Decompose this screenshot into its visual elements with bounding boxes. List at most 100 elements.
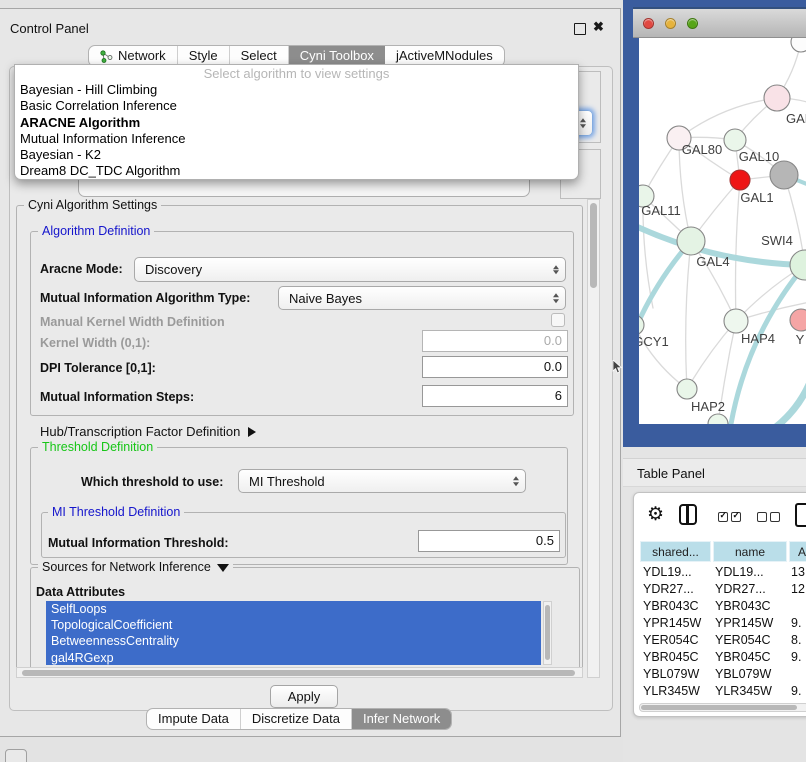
algorithm-option[interactable]: ARACNE Algorithm: [15, 115, 578, 131]
network-node-gal[interactable]: [764, 85, 790, 111]
table-cell[interactable]: YBR043C: [715, 598, 771, 615]
column-layout-icon[interactable]: [679, 504, 697, 525]
traffic-light-close[interactable]: [643, 18, 654, 29]
table-row[interactable]: YDL19... YDL19... 13: [634, 564, 806, 581]
table-cell[interactable]: YBR043C: [643, 598, 699, 615]
table-row[interactable]: YPR145W YPR145W 9.: [634, 615, 806, 632]
scrollbar-thumb[interactable]: [641, 705, 797, 710]
scrollbar-thumb[interactable]: [545, 605, 550, 660]
table-cell[interactable]: YER054C: [715, 632, 771, 649]
network-view-canvas[interactable]: GALGAL80GAL10GAL1GAL11GAL4SWI4GCY1HAP4YH…: [639, 38, 806, 424]
table-row[interactable]: YDR27... YDR27... 12: [634, 581, 806, 598]
vertical-scrollbar[interactable]: [587, 199, 600, 678]
table-cell[interactable]: 9.: [791, 615, 801, 632]
table-horizontal-scrollbar[interactable]: [639, 703, 806, 712]
tab-cyni-toolbox[interactable]: Cyni Toolbox: [289, 46, 385, 66]
table-cell[interactable]: YDL19...: [643, 564, 692, 581]
attribute-list-item[interactable]: BetweennessCentrality: [46, 633, 541, 649]
network-node-gal10[interactable]: [724, 129, 746, 151]
table-cell[interactable]: YLR345W: [643, 683, 700, 700]
algorithm-option[interactable]: Dream8 DC_TDC Algorithm: [15, 163, 578, 179]
table-cell[interactable]: 8.: [791, 632, 801, 649]
network-node-hap4[interactable]: [724, 309, 748, 333]
table-cell[interactable]: YDR27...: [715, 581, 766, 598]
table-row[interactable]: YLR345W YLR345W 9.: [634, 683, 806, 700]
network-window-titlebar[interactable]: [633, 7, 806, 38]
network-node[interactable]: [770, 161, 798, 189]
tab-infer-network[interactable]: Infer Network: [352, 709, 451, 729]
kernel-width-field[interactable]: 0.0: [422, 330, 568, 352]
table-cell[interactable]: YLR345W: [715, 683, 772, 700]
network-node[interactable]: [708, 414, 728, 424]
table-cell[interactable]: YIL052C: [715, 700, 764, 702]
network-edge[interactable]: [763, 380, 806, 424]
algorithm-option[interactable]: Bayesian - Hill Climbing: [15, 82, 578, 98]
which-threshold-combo[interactable]: MI Threshold: [238, 469, 526, 493]
table-row[interactable]: YIL052C YIL052C 9: [634, 700, 806, 702]
column-header-shared-name[interactable]: shared...: [640, 541, 711, 562]
horizontal-scrollbar[interactable]: [16, 667, 583, 678]
tab-jactivemnodules[interactable]: jActiveMNodules: [385, 46, 504, 66]
attribute-list-item[interactable]: gal4RGexp: [46, 650, 541, 665]
network-node-gal1[interactable]: [730, 170, 750, 190]
table-cell[interactable]: YBR045C: [715, 649, 771, 666]
mi-algorithm-type-combo[interactable]: Naive Bayes: [278, 286, 566, 310]
network-node-gcy1[interactable]: [639, 315, 644, 335]
network-node-y[interactable]: [790, 309, 806, 331]
traffic-light-zoom[interactable]: [687, 18, 698, 29]
dpi-tolerance-field[interactable]: 0.0: [422, 356, 568, 378]
float-window-icon[interactable]: [574, 23, 586, 35]
network-edge[interactable]: [686, 241, 691, 389]
table-cell[interactable]: 12: [791, 581, 805, 598]
aracne-mode-combo[interactable]: Discovery: [134, 257, 566, 282]
table-cell[interactable]: 13: [791, 564, 805, 581]
tab-discretize-data[interactable]: Discretize Data: [241, 709, 352, 729]
table-cell[interactable]: YBL079W: [715, 666, 771, 683]
table-row[interactable]: YBL079W YBL079W: [634, 666, 806, 683]
list-scrollbar[interactable]: [543, 601, 552, 665]
manual-kernel-width-checkbox[interactable]: [551, 313, 565, 327]
table-cell[interactable]: YDR27...: [643, 581, 694, 598]
table-cell[interactable]: YDL19...: [715, 564, 764, 581]
document-icon[interactable]: [795, 503, 806, 527]
table-cell[interactable]: 9.: [791, 649, 801, 666]
table-row[interactable]: YBR043C YBR043C: [634, 598, 806, 615]
table-cell[interactable]: 9.: [791, 683, 801, 700]
gear-icon[interactable]: ⚙: [647, 505, 664, 524]
sources-toggle[interactable]: Sources for Network Inference: [38, 560, 233, 574]
tab-impute-data[interactable]: Impute Data: [147, 709, 241, 729]
table-cell[interactable]: YBR045C: [643, 649, 699, 666]
tab-network[interactable]: Network: [89, 46, 178, 66]
network-edge[interactable]: [736, 180, 740, 321]
algorithm-option[interactable]: Bayesian - K2: [15, 147, 578, 163]
table-row[interactable]: YBR045C YBR045C 9.: [634, 649, 806, 666]
scrollbar-thumb[interactable]: [590, 203, 597, 288]
tab-select[interactable]: Select: [230, 46, 289, 66]
network-node[interactable]: [791, 38, 806, 52]
mi-threshold-field[interactable]: 0.5: [418, 530, 560, 552]
algorithm-option[interactable]: Basic Correlation Inference: [15, 98, 578, 114]
column-header-clipped[interactable]: A: [789, 541, 806, 562]
table-cell[interactable]: 9: [791, 700, 798, 702]
minimized-panel-icon[interactable]: [5, 749, 27, 762]
algorithm-option[interactable]: Mutual Information Inference: [15, 131, 578, 147]
hub-definition-toggle[interactable]: Hub/Transcription Factor Definition: [40, 424, 256, 439]
apply-button[interactable]: Apply: [270, 685, 338, 708]
select-all-checkboxes-icon[interactable]: [718, 512, 741, 522]
table-row[interactable]: YER054CYER054C8.: [634, 632, 806, 649]
table-cell[interactable]: YPR145W: [715, 615, 773, 632]
attribute-list-item[interactable]: TopologicalCoefficient: [46, 617, 541, 633]
deselect-all-checkboxes-icon[interactable]: [757, 512, 780, 522]
network-node-swi4[interactable]: [790, 250, 806, 280]
table-cell[interactable]: YPR145W: [643, 615, 701, 632]
table-cell[interactable]: YBL079W: [643, 666, 699, 683]
network-node-hap2[interactable]: [677, 379, 697, 399]
mi-steps-field[interactable]: 6: [422, 385, 568, 407]
close-icon[interactable]: ✖: [593, 19, 604, 35]
attribute-list-item[interactable]: SelfLoops: [46, 601, 541, 617]
column-header-name[interactable]: name: [713, 541, 787, 562]
tab-style[interactable]: Style: [178, 46, 230, 66]
scrollbar-thumb[interactable]: [22, 670, 575, 676]
network-node-gal4[interactable]: [677, 227, 705, 255]
table-cell[interactable]: YIL052C: [643, 700, 692, 702]
